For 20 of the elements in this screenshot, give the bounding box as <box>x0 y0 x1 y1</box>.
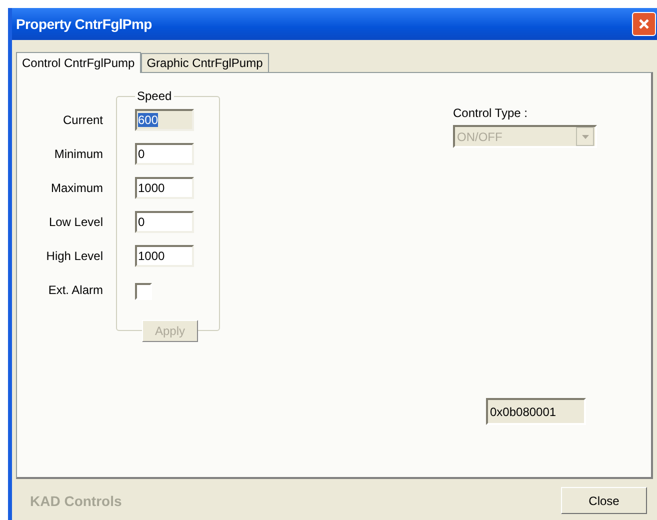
checkbox[interactable] <box>135 283 152 300</box>
input-field[interactable]: 1000 <box>135 245 194 267</box>
brand-label: KAD Controls <box>30 492 122 508</box>
field-label: Low Level <box>48 214 103 231</box>
input-field[interactable]: 0 <box>135 143 194 165</box>
field-label: Control Type : <box>453 106 528 120</box>
field-label: Minimum <box>54 146 103 163</box>
close-icon[interactable] <box>632 12 656 36</box>
field-label: Current <box>62 112 103 129</box>
close-button[interactable]: Close <box>561 487 647 514</box>
group-title: Speed <box>136 89 173 103</box>
input-field[interactable]: 0 <box>135 211 194 233</box>
input-field[interactable]: 1000 <box>135 177 194 199</box>
id-field[interactable]: 0x0b080001 <box>486 398 586 425</box>
window-title: Property CntrFglPmp <box>16 16 152 32</box>
tab[interactable]: Control CntrFglPump <box>16 52 141 73</box>
field-label: High Level <box>46 248 103 265</box>
field-label: Maximum <box>50 180 103 197</box>
tab[interactable]: Graphic CntrFglPump <box>140 53 269 72</box>
field-label: Ext. Alarm <box>48 282 103 299</box>
